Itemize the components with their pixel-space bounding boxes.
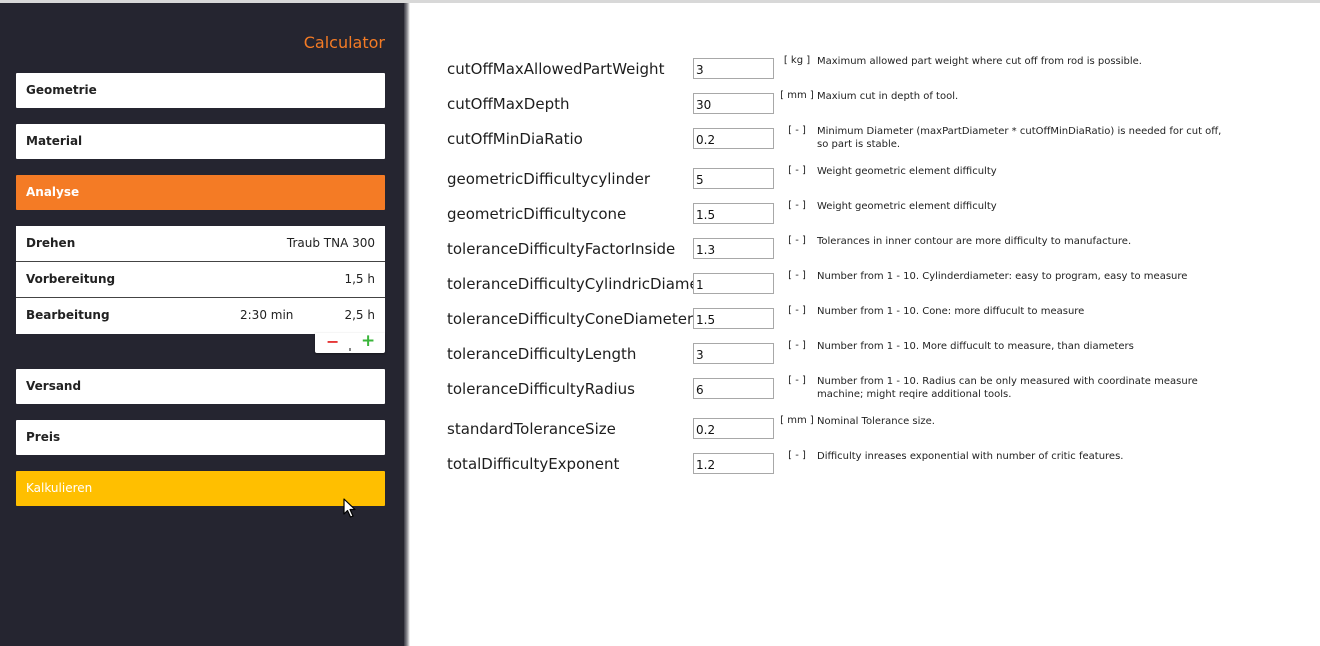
param-description: Nominal Tolerance size. [817,416,935,427]
param-unit: [ - ] [788,165,806,176]
plus-icon[interactable]: + [361,331,375,351]
param-name: standardToleranceSize [447,420,616,438]
minus-icon[interactable]: − [326,332,339,351]
nav-analyse[interactable]: Analyse [16,175,385,210]
param-name: cutOffMaxAllowedPartWeight [447,60,665,78]
param-value-input[interactable] [693,343,774,364]
analyse-row-label: Vorbereitung [26,272,116,286]
param-name: toleranceDifficultyRadius [447,380,635,398]
param-description: Number from 1 - 10. Cone: more diffucult… [817,306,1085,317]
param-name: toleranceDifficultyCylindricDiameter [447,275,693,293]
param-description: Number from 1 - 10. Radius can be only m… [817,376,1198,400]
analyse-row-value: 2,5 h [344,308,375,322]
param-value-input[interactable] [693,378,774,399]
nav-preis[interactable]: Preis [16,420,385,455]
stepper-divider [349,348,351,351]
param-unit: [ - ] [788,340,806,351]
param-name: totalDifficultyExponent [447,455,620,473]
param-value-input[interactable] [693,58,774,79]
analyse-row-drehen[interactable]: Drehen Traub TNA 300 [16,226,385,262]
parameter-list: cutOffMaxAllowedPartWeight [ kg ] Maximu… [447,0,1307,646]
analyse-row-value: 1,5 h [344,272,375,286]
analyse-row-label: Drehen [26,236,76,250]
param-value-input[interactable] [693,238,774,259]
param-description: Number from 1 - 10. More diffucult to me… [817,341,1134,352]
param-name: geometricDifficultycone [447,205,627,223]
param-unit: [ - ] [788,450,806,461]
param-unit: [ - ] [788,200,806,211]
nav-geometrie[interactable]: Geometrie [16,73,385,108]
param-name: cutOffMinDiaRatio [447,130,583,148]
param-value-input[interactable] [693,128,774,149]
analyse-row-time: 2:30 min [240,308,294,322]
param-description: Difficulty inreases exponential with num… [817,451,1124,462]
nav-material[interactable]: Material [16,124,385,159]
param-description: Weight geometric element difficulty [817,201,997,212]
param-unit: [ - ] [788,270,806,281]
mouse-pointer-icon [343,498,356,518]
param-value-input[interactable] [693,418,774,439]
sidebar-edge [404,3,410,646]
analyse-row-bearbeitung[interactable]: Bearbeitung 2:30 min 2,5 h [16,298,385,334]
param-name: toleranceDifficultyConeDiameter [447,310,693,328]
param-value-input[interactable] [693,93,774,114]
param-description: Minimum Diameter (maxPartDiameter * cutO… [817,126,1222,150]
param-description: Maximum allowed part weight where cut of… [817,56,1142,67]
param-unit: [ mm ] [780,90,814,101]
analyse-row-value: Traub TNA 300 [286,236,375,250]
param-name: toleranceDifficultyFactorInside [447,240,676,258]
param-unit: [ - ] [788,375,806,386]
param-value-input[interactable] [693,168,774,189]
param-value-input[interactable] [693,273,774,294]
param-name: cutOffMaxDepth [447,95,570,113]
param-name: geometricDifficultycylinder [447,170,651,188]
param-unit: [ kg ] [783,55,811,66]
param-value-input[interactable] [693,203,774,224]
param-description: Number from 1 - 10. Cylinderdiameter: ea… [817,271,1188,282]
param-description: Weight geometric element difficulty [817,166,997,177]
sidebar: Calculator Geometrie Material Analyse Dr… [0,3,404,646]
param-unit: [ mm ] [780,415,814,426]
param-unit: [ - ] [788,125,806,136]
param-description: Maxium cut in depth of tool. [817,91,959,102]
app-title: Calculator [303,33,385,52]
nav-versand[interactable]: Versand [16,369,385,404]
analyse-row-vorbereitung[interactable]: Vorbereitung 1,5 h [16,262,385,298]
param-unit: [ - ] [788,305,806,316]
param-value-input[interactable] [693,453,774,474]
analyse-row-label: Bearbeitung [26,308,110,322]
quantity-stepper: − + [315,331,385,353]
kalkulieren-button[interactable]: Kalkulieren [16,471,385,506]
param-unit: [ - ] [788,235,806,246]
analyse-panel: Drehen Traub TNA 300 Vorbereitung 1,5 h … [16,226,385,334]
param-value-input[interactable] [693,308,774,329]
param-description: Tolerances in inner contour are more dif… [817,236,1132,247]
param-name: toleranceDifficultyLength [447,345,637,363]
